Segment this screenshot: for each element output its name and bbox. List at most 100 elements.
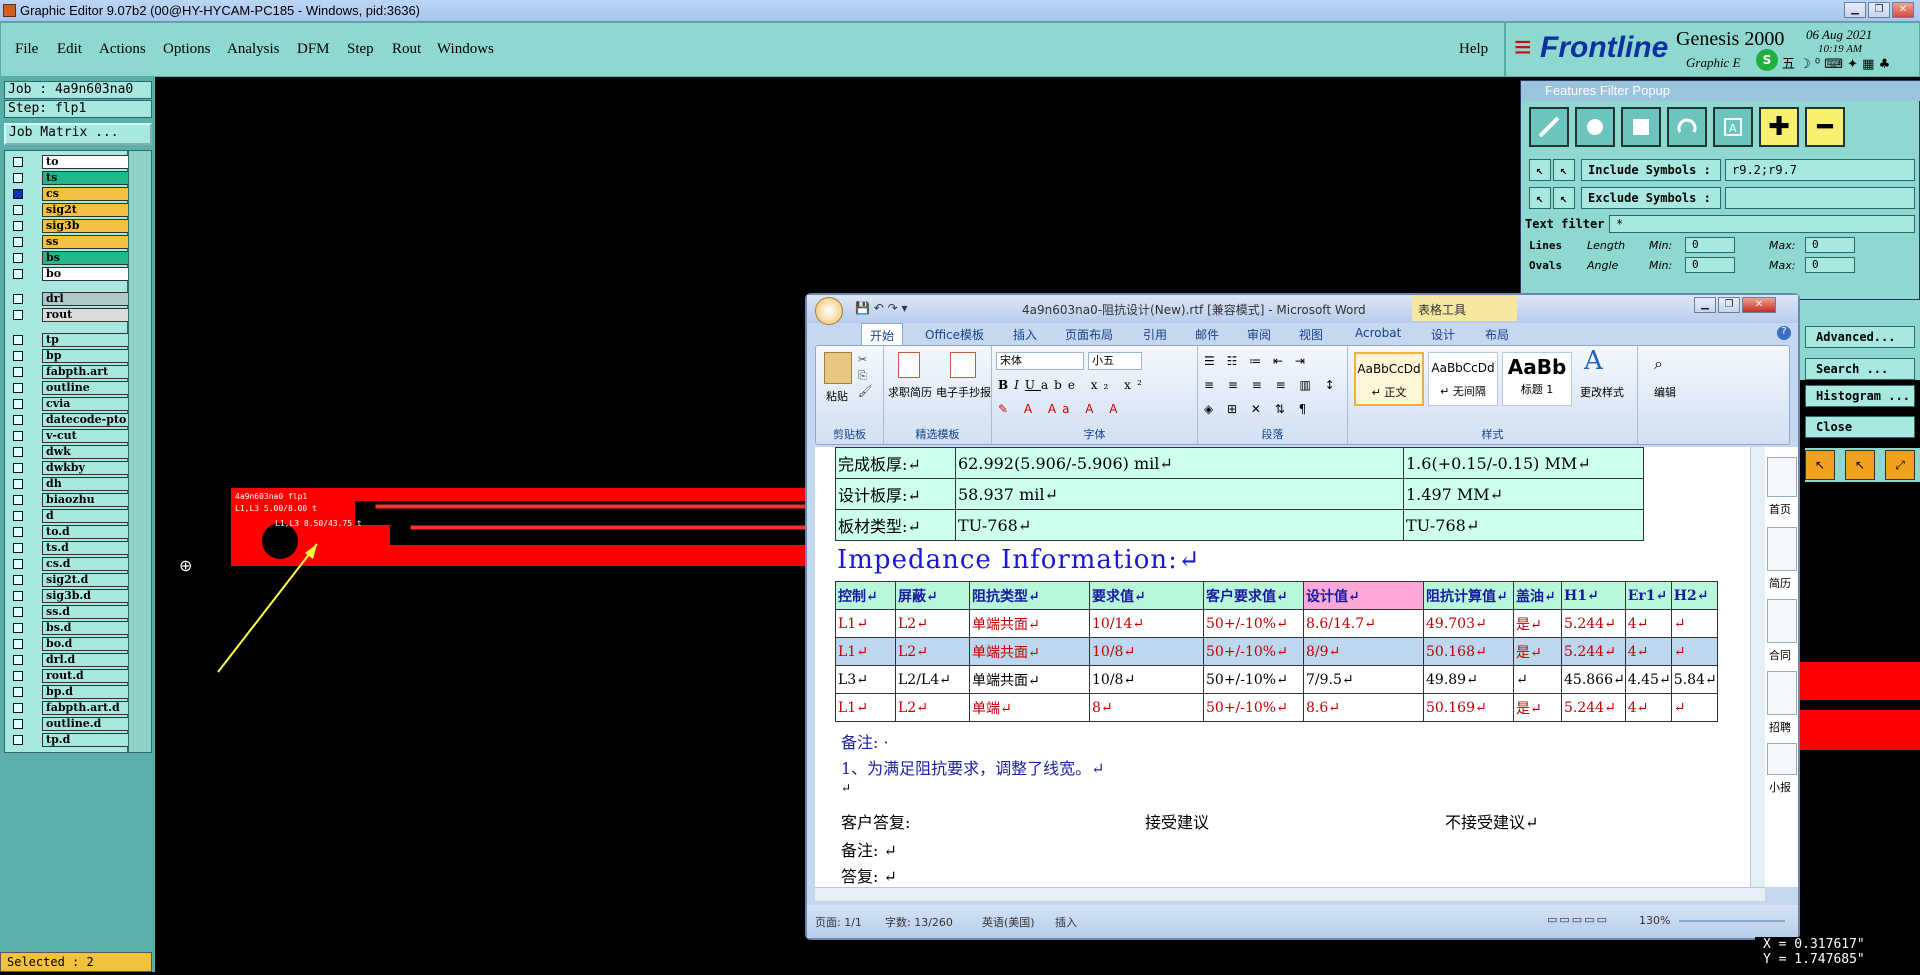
layer-checkbox[interactable] [13, 671, 23, 681]
layer-checkbox[interactable] [13, 559, 23, 569]
layer-name[interactable]: sig3b [42, 219, 130, 233]
layer-checkbox[interactable] [13, 575, 23, 585]
layer-checkbox[interactable] [13, 415, 23, 425]
layer-checkbox[interactable] [13, 237, 23, 247]
job-matrix-button[interactable]: Job Matrix ... [4, 123, 152, 145]
word-maximize-button[interactable]: ❐ [1718, 297, 1740, 313]
layer-row[interactable]: outline.d [7, 717, 130, 731]
layer-name[interactable]: to.d [42, 525, 130, 539]
view-buttons[interactable]: ▭▭▭▭▭ [1547, 913, 1609, 926]
layer-name[interactable]: ss [42, 235, 130, 249]
change-styles-label[interactable]: 更改样式 [1580, 384, 1624, 400]
layer-row[interactable]: d [7, 509, 130, 523]
layer-checkbox[interactable] [13, 703, 23, 713]
layer-checkbox[interactable] [13, 431, 23, 441]
arc-filter-icon[interactable] [1667, 107, 1707, 147]
layer-checkbox[interactable] [13, 511, 23, 521]
search-button[interactable]: Search ... [1805, 358, 1915, 380]
layer-name[interactable]: bp [42, 349, 130, 363]
status-lang[interactable]: 英语(美国) [982, 914, 1035, 930]
font-color-buttons[interactable]: ✎ A Aa A A [998, 402, 1124, 416]
layer-name[interactable]: outline [42, 381, 130, 395]
layer-name[interactable]: fabpth.art [42, 365, 130, 379]
word-minimize-button[interactable]: ▁ [1694, 297, 1716, 313]
exclude-pick2-icon[interactable]: ↖ [1553, 187, 1575, 209]
status-zoom[interactable]: 130% [1639, 914, 1670, 927]
layer-checkbox[interactable] [13, 623, 23, 633]
layer-row[interactable]: sig3b [7, 219, 130, 233]
layer-row[interactable]: bp [7, 349, 130, 363]
layer-checkbox[interactable] [13, 335, 23, 345]
nav-newsletter[interactable]: 小报 [1769, 779, 1791, 795]
menu-analysis[interactable]: Analysis [227, 41, 280, 58]
layer-name[interactable]: sig3b.d [42, 589, 130, 603]
layer-row[interactable]: fabpth.art.d [7, 701, 130, 715]
pad-filter-icon[interactable] [1575, 107, 1615, 147]
status-mode[interactable]: 插入 [1055, 914, 1077, 930]
negative-polarity-icon[interactable]: ━ [1805, 107, 1845, 147]
nav-resume[interactable]: 简历 [1769, 575, 1791, 591]
layer-name[interactable]: ts [42, 171, 130, 185]
layer-checkbox[interactable] [13, 479, 23, 489]
text-filter-icon[interactable]: A [1713, 107, 1753, 147]
vertical-scrollbar[interactable] [1750, 447, 1765, 887]
help-icon[interactable]: ? [1777, 326, 1791, 340]
menu-dfm[interactable]: DFM [297, 41, 330, 58]
layer-row[interactable]: cs.d [7, 557, 130, 571]
layer-row[interactable]: bs.d [7, 621, 130, 635]
handbill-template-icon[interactable] [950, 352, 976, 378]
layer-checkbox[interactable] [13, 383, 23, 393]
angle-max-input[interactable]: 0 [1805, 257, 1855, 273]
layer-name[interactable]: bo [42, 267, 130, 281]
horizontal-scrollbar[interactable] [815, 887, 1765, 901]
layer-checkbox[interactable] [13, 253, 23, 263]
text-filter-input[interactable]: * [1609, 215, 1915, 233]
layer-name[interactable]: dh [42, 477, 130, 491]
layer-name[interactable]: drl.d [42, 653, 130, 667]
layer-row[interactable]: v-cut [7, 429, 130, 443]
surface-filter-icon[interactable] [1621, 107, 1661, 147]
layer-checkbox[interactable] [13, 719, 23, 729]
layer-name[interactable]: tp.d [42, 733, 130, 747]
layer-row[interactable]: to.d [7, 525, 130, 539]
layer-name[interactable]: dwk [42, 445, 130, 459]
layer-checkbox[interactable] [13, 543, 23, 553]
layer-name[interactable]: to [42, 155, 130, 169]
layer-checkbox[interactable] [13, 189, 23, 199]
layer-name[interactable]: v-cut [42, 429, 130, 443]
layer-checkbox[interactable] [13, 294, 23, 304]
layer-name[interactable]: cs.d [42, 557, 130, 571]
minimize-button[interactable]: ▁ [1844, 2, 1866, 18]
layer-row[interactable]: rout [7, 308, 130, 322]
newsletter-icon[interactable] [1767, 743, 1797, 775]
select-net-icon[interactable]: ⤢ [1885, 450, 1915, 480]
font-size-select[interactable]: 小五 [1088, 352, 1142, 370]
layer-row[interactable]: tp [7, 333, 130, 347]
layer-checkbox[interactable] [13, 655, 23, 665]
menu-windows[interactable]: Windows [437, 41, 494, 58]
layer-row[interactable]: fabpth.art [7, 365, 130, 379]
layer-name[interactable]: cs [42, 187, 130, 201]
layer-name[interactable]: sig2t [42, 203, 130, 217]
ovals-checkbox[interactable]: Ovals [1529, 259, 1562, 272]
change-styles-icon[interactable]: A [1584, 346, 1603, 376]
layer-list-scrollbar[interactable] [128, 150, 152, 753]
layer-name[interactable]: cvia [42, 397, 130, 411]
resume-template-icon[interactable] [898, 352, 920, 378]
layer-row[interactable]: sig2t.d [7, 573, 130, 587]
layer-checkbox[interactable] [13, 639, 23, 649]
layer-row[interactable]: bo [7, 267, 130, 281]
exclude-symbols-input[interactable] [1725, 187, 1915, 209]
layer-row[interactable]: bp.d [7, 685, 130, 699]
paste-label[interactable]: 粘贴 [826, 388, 848, 404]
office-button[interactable] [815, 297, 843, 325]
layer-row[interactable]: to [7, 155, 130, 169]
layer-checkbox[interactable] [13, 735, 23, 745]
tab-review[interactable]: 审阅 [1247, 326, 1271, 343]
nav-contract[interactable]: 合同 [1769, 647, 1791, 663]
length-max-input[interactable]: 0 [1805, 237, 1855, 253]
document-page[interactable]: 完成板厚:↵ 62.992(5.906/-5.906) mil↵ 1.6(+0.… [815, 447, 1750, 887]
status-words[interactable]: 字数: 13/260 [885, 914, 953, 930]
layer-checkbox[interactable] [13, 591, 23, 601]
menu-edit[interactable]: Edit [57, 41, 82, 58]
